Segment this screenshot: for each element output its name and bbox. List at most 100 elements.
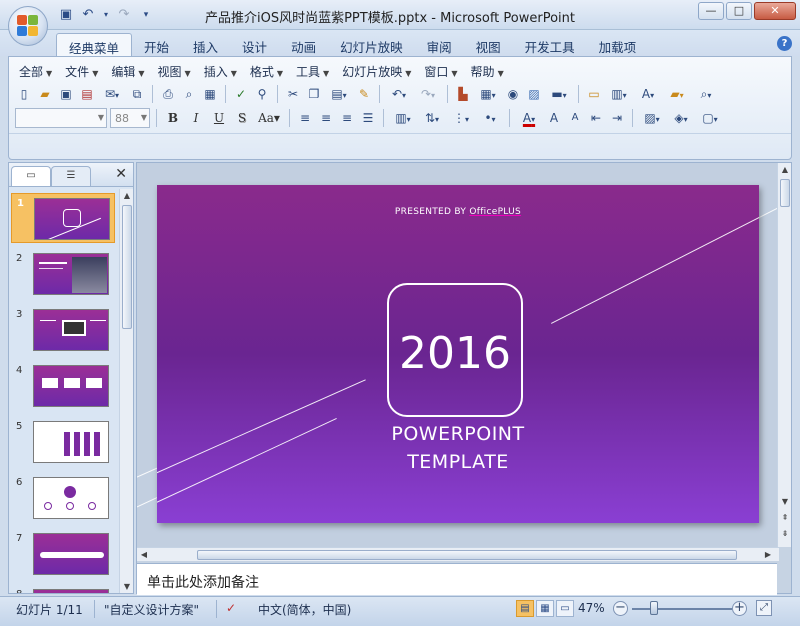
minimize-button[interactable]: — (698, 2, 724, 20)
menu-file[interactable]: 文件 ▼ (61, 63, 107, 80)
new-slide-icon[interactable]: ▭ (585, 85, 603, 103)
office-button[interactable] (8, 6, 48, 46)
align-left-icon[interactable]: ≡ (296, 109, 314, 127)
underline-icon[interactable]: U (209, 109, 229, 127)
slide-thumbnail[interactable]: 3 (11, 305, 115, 355)
tab-home[interactable]: 开始 (132, 33, 181, 56)
increase-indent-icon[interactable]: ⇥ (608, 109, 626, 127)
zoom-slider[interactable] (632, 608, 732, 610)
save-icon[interactable]: ▣ (58, 7, 74, 23)
insert-chart-icon[interactable]: ▙ (454, 85, 472, 103)
scroll-left-icon[interactable]: ◀ (139, 550, 149, 559)
undo-icon[interactable]: ↶ (386, 85, 412, 103)
justify-icon[interactable]: ☰ (359, 109, 377, 127)
print-preview-icon[interactable]: ⌕ (180, 85, 198, 103)
font-color-icon[interactable]: A (516, 109, 542, 127)
slide-sorter-icon[interactable]: ▦ (536, 600, 554, 617)
slide-vertical-scrollbar[interactable]: ▲ ▼ ⇞ ⇟ (777, 163, 791, 547)
slide-show-icon[interactable]: ▭ (556, 600, 574, 617)
zoom-level[interactable]: 47% (578, 601, 605, 615)
new-document-icon[interactable]: ▯ (15, 85, 33, 103)
tab-outline[interactable]: ☰ (51, 166, 91, 186)
undo-icon[interactable]: ↶ (80, 7, 96, 23)
menu-window[interactable]: 窗口 ▼ (420, 63, 466, 80)
tab-view[interactable]: 视图 (464, 33, 513, 56)
numbering-icon[interactable]: ⋮ (448, 109, 474, 127)
redo-icon[interactable]: ↷ (415, 85, 441, 103)
cut-icon[interactable]: ✂ (284, 85, 302, 103)
slide-thumbnail[interactable]: 8 (11, 585, 115, 593)
align-center-icon[interactable]: ≡ (317, 109, 335, 127)
normal-view-icon[interactable]: ▤ (516, 600, 534, 617)
close-pane-icon[interactable]: ✕ (115, 166, 127, 182)
insert-picture-icon[interactable]: ▨ (525, 85, 543, 103)
tab-design[interactable]: 设计 (230, 33, 279, 56)
redo-icon[interactable]: ↷ (116, 7, 132, 23)
arrange-icon[interactable]: ▢ (697, 109, 723, 127)
current-slide[interactable]: PRESENTED BY OfficePLUS 2016 POWERPOINT … (157, 185, 759, 523)
zoom-in-icon[interactable]: + (732, 601, 747, 616)
menu-help[interactable]: 帮助 ▼ (467, 63, 513, 80)
scroll-down-icon[interactable]: ▼ (120, 582, 134, 591)
maximize-button[interactable]: □ (726, 2, 752, 20)
shapes-icon[interactable]: ◈ (668, 109, 694, 127)
scrollbar-thumb[interactable] (780, 179, 790, 207)
bullets-icon[interactable]: • (477, 109, 503, 127)
save-icon[interactable]: ▣ (57, 85, 75, 103)
menu-insert[interactable]: 插入 ▼ (200, 63, 246, 80)
tab-add-ins[interactable]: 加载项 (587, 33, 649, 56)
decrease-indent-icon[interactable]: ⇤ (587, 109, 605, 127)
language[interactable]: 中文(简体，中国) (258, 601, 351, 618)
tab-slides[interactable]: ▭ (11, 166, 51, 186)
scroll-down-icon[interactable]: ▼ (778, 497, 792, 506)
shape-fill-icon[interactable]: ▨ (639, 109, 665, 127)
copy-icon[interactable]: ❐ (305, 85, 323, 103)
insert-table-icon[interactable]: ▦ (475, 85, 501, 103)
slide-horizontal-scrollbar[interactable]: ◀ ▶ (137, 547, 779, 561)
tab-review[interactable]: 审阅 (415, 33, 464, 56)
paste-icon[interactable]: ▤ (326, 85, 352, 103)
next-slide-icon[interactable]: ⇟ (778, 529, 792, 538)
slide-thumbnail[interactable]: 5 (11, 417, 115, 467)
fit-to-window-icon[interactable]: ⤢ (756, 600, 772, 616)
slide-thumbnail[interactable]: 4 (11, 361, 115, 411)
zoom-slider-knob[interactable] (650, 601, 658, 615)
menu-all[interactable]: 全部 ▼ (15, 63, 61, 80)
thumbnail-scrollbar[interactable]: ▲ ▼ (119, 189, 133, 593)
font-name-combo[interactable]: ▼ (15, 108, 107, 128)
customize-qat-icon[interactable]: ▾ (138, 7, 154, 23)
scroll-up-icon[interactable]: ▲ (778, 165, 792, 174)
text-box-icon[interactable]: A (635, 85, 661, 103)
shrink-font-icon[interactable]: A (566, 109, 584, 127)
email-icon[interactable]: ✉ (99, 85, 125, 103)
clip-art-icon[interactable]: ◉ (504, 85, 522, 103)
bold-icon[interactable]: B (163, 109, 183, 127)
menu-tools[interactable]: 工具 ▼ (292, 63, 338, 80)
close-button[interactable]: ✕ (754, 2, 796, 20)
tab-classic-menu[interactable]: 经典菜单 (56, 33, 133, 56)
slide-thumbnail[interactable]: 7 (11, 529, 115, 579)
folder-icon[interactable]: ▰ (664, 85, 690, 103)
zoom-out-icon[interactable]: − (613, 601, 628, 616)
tab-animations[interactable]: 动画 (279, 33, 328, 56)
align-right-icon[interactable]: ≡ (338, 109, 356, 127)
tab-insert[interactable]: 插入 (181, 33, 230, 56)
change-case-icon[interactable]: Aa▾ (255, 109, 283, 127)
scrollbar-thumb[interactable] (197, 550, 737, 560)
slide-thumbnail[interactable]: 1 (11, 193, 115, 243)
notes-pane[interactable]: 单击此处添加备注 (137, 563, 777, 595)
help-icon[interactable]: ? (777, 36, 792, 51)
menu-format[interactable]: 格式 ▼ (246, 63, 292, 80)
grid-icon[interactable]: ▦ (201, 85, 219, 103)
zoom-icon[interactable]: ⌕ (693, 85, 719, 103)
open-folder-icon[interactable]: ▰ (36, 85, 54, 103)
scrollbar-thumb[interactable] (122, 205, 132, 329)
print-icon[interactable]: ⎙ (159, 85, 177, 103)
columns-icon[interactable]: ▥ (390, 109, 416, 127)
font-size-combo[interactable]: 88 ▼ (110, 108, 150, 128)
scroll-up-icon[interactable]: ▲ (120, 191, 134, 200)
grow-font-icon[interactable]: A (545, 109, 563, 127)
tab-slide-show[interactable]: 幻灯片放映 (328, 33, 415, 56)
spelling-icon[interactable]: ✓ (232, 85, 250, 103)
undo-dropdown-icon[interactable]: ▾ (102, 7, 110, 23)
